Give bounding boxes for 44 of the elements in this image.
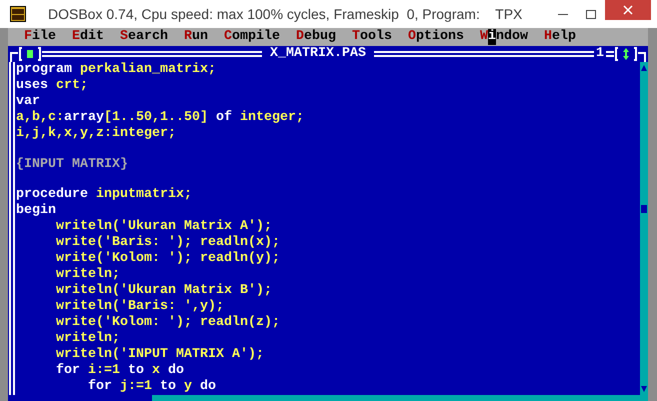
frame-line bbox=[606, 51, 614, 57]
code-line: for j:=1 to y do bbox=[86, 379, 216, 395]
code-line: write('Kolom: '); readln(y); bbox=[54, 251, 280, 267]
editor-title: X_MATRIX.PAS bbox=[269, 46, 367, 62]
code-line: writeln('INPUT MATRIX A'); bbox=[54, 347, 264, 363]
menu-item[interactable]: Edit bbox=[72, 29, 104, 45]
close-icon bbox=[623, 5, 633, 15]
close-button[interactable] bbox=[605, 0, 651, 20]
app-icon bbox=[10, 6, 26, 22]
window-number: 1 bbox=[595, 46, 606, 62]
code-line: writeln('Ukuran Matrix B'); bbox=[54, 283, 272, 299]
menu-item[interactable]: Window bbox=[480, 29, 528, 45]
scroll-up-icon[interactable] bbox=[640, 64, 648, 72]
code-line: write('Baris: '); readln(x); bbox=[54, 235, 280, 251]
vertical-scrollbar[interactable] bbox=[640, 62, 648, 395]
code-line: i,j,k,x,y,z:integer; bbox=[16, 126, 176, 142]
zoom-box-icon[interactable] bbox=[614, 46, 638, 62]
menu-item[interactable]: Help bbox=[544, 29, 576, 45]
code-line: program perkalian_matrix; bbox=[16, 62, 216, 78]
code-line: uses crt; bbox=[16, 78, 88, 94]
code-line: writeln; bbox=[54, 331, 120, 347]
code-line: writeln('Ukuran Matrix A'); bbox=[54, 219, 272, 235]
menu-item[interactable]: Search bbox=[120, 29, 168, 45]
code-line: {INPUT MATRIX} bbox=[16, 156, 128, 172]
menu-item[interactable]: Compile bbox=[224, 29, 280, 45]
code-line: procedure inputmatrix; bbox=[16, 187, 192, 203]
code-line: for i:=1 to x do bbox=[54, 363, 184, 379]
code-line: a,b,c:array[1..50,1..50] of integer; bbox=[16, 110, 304, 126]
scroll-down-icon[interactable] bbox=[640, 385, 648, 393]
code-line: write('Kolom: '); readln(z); bbox=[54, 315, 280, 331]
code-line: writeln('Baris: ',y); bbox=[54, 299, 224, 315]
menu-item[interactable]: Tools bbox=[352, 29, 392, 45]
menu-item[interactable]: Run bbox=[184, 29, 208, 45]
menu-item[interactable]: Options bbox=[408, 29, 464, 45]
frame-corner bbox=[10, 52, 18, 62]
menu-item[interactable]: File bbox=[24, 29, 56, 45]
code-line: writeln; bbox=[54, 267, 120, 283]
window-title: DOSBox 0.74, Cpu speed: max 100% cycles, Frameskip 0, Program: TPX bbox=[48, 4, 522, 24]
menu-item[interactable]: Debug bbox=[296, 29, 336, 45]
scroll-thumb[interactable] bbox=[641, 204, 647, 212]
code-line: var bbox=[16, 94, 40, 110]
close-box-icon[interactable] bbox=[18, 46, 42, 62]
code-line: begin bbox=[16, 203, 56, 219]
horizontal-scrollbar[interactable] bbox=[152, 395, 648, 401]
